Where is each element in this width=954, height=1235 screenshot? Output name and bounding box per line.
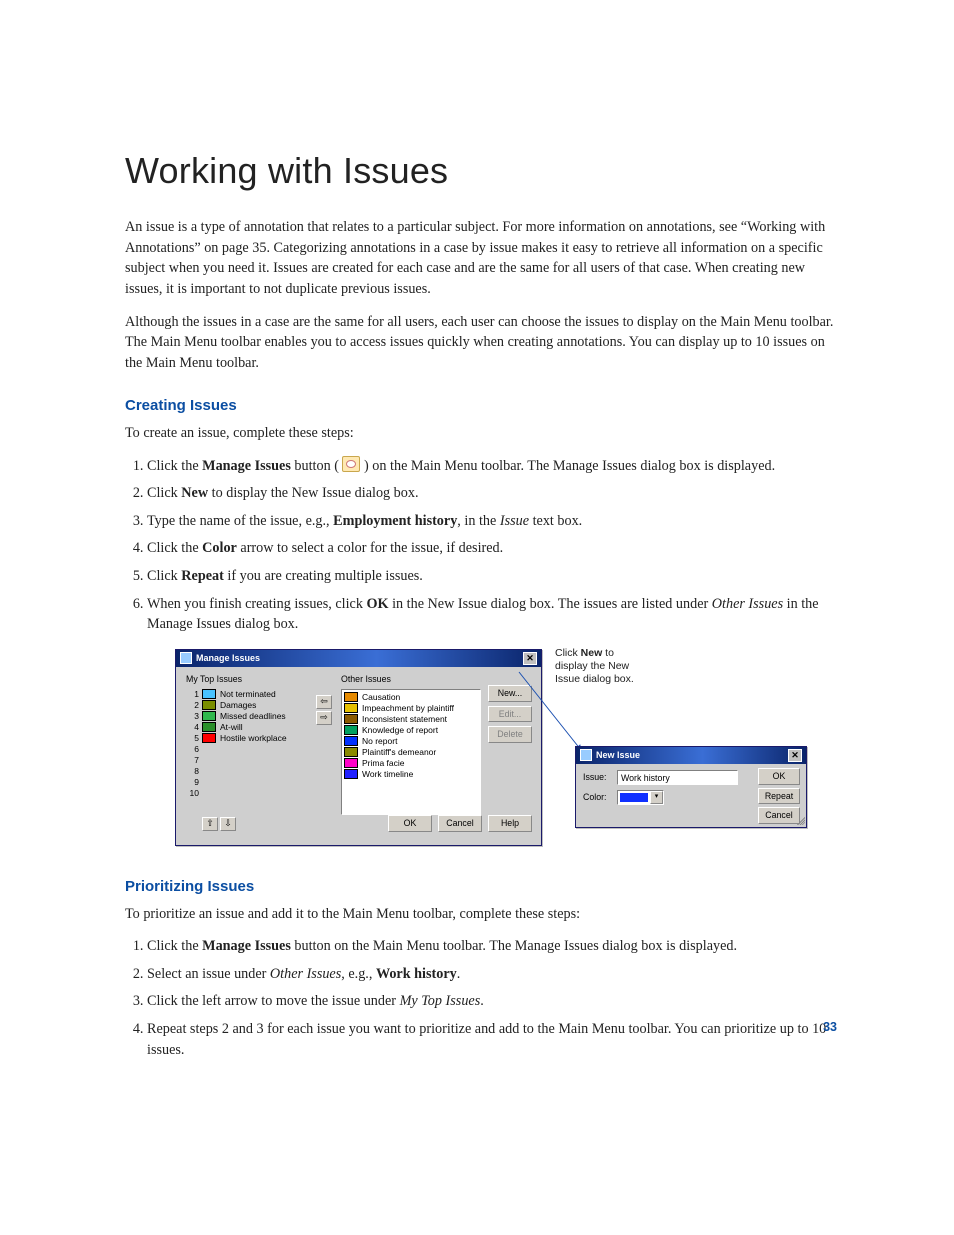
my-top-issues-label: My Top Issues: [186, 673, 326, 686]
creating-lead: To create an issue, complete these steps…: [125, 423, 839, 444]
help-button[interactable]: Help: [488, 815, 532, 832]
page-title: Working with Issues: [125, 145, 839, 197]
other-issue-row[interactable]: Knowledge of report: [344, 725, 478, 736]
other-issues-list[interactable]: CausationImpeachment by plaintiffInconsi…: [341, 689, 481, 815]
cancel-button[interactable]: Cancel: [438, 815, 482, 832]
other-issue-row[interactable]: Impeachment by plaintiff: [344, 703, 478, 714]
page-number: 33: [823, 1018, 837, 1036]
other-issue-row[interactable]: Plaintiff's demeanor: [344, 747, 478, 758]
other-issue-row[interactable]: No report: [344, 736, 478, 747]
close-icon[interactable]: ✕: [788, 749, 802, 762]
color-label: Color:: [583, 791, 613, 804]
manage-issues-titlebar: Manage Issues ✕: [176, 650, 541, 667]
manage-issues-dialog: Manage Issues ✕ My Top Issues 1Not termi…: [175, 649, 542, 846]
prioritizing-steps: Click the Manage Issues button on the Ma…: [125, 936, 839, 1060]
manage-issues-title: Manage Issues: [196, 652, 260, 665]
new-issue-dialog: New Issue ✕ Issue: Work history Color: ▾…: [575, 746, 807, 828]
heading-prioritizing-issues: Prioritizing Issues: [125, 876, 839, 898]
my-top-issue-row[interactable]: 5Hostile workplace: [186, 733, 326, 744]
prioritizing-lead: To prioritize an issue and add it to the…: [125, 904, 839, 925]
creating-step-4: Click the Color arrow to select a color …: [147, 538, 839, 559]
new-issue-title: New Issue: [596, 749, 640, 762]
my-top-issue-row[interactable]: 3Missed deadlines: [186, 711, 326, 722]
close-icon[interactable]: ✕: [523, 652, 537, 665]
other-issue-row[interactable]: Work timeline: [344, 769, 478, 780]
other-issue-row[interactable]: Inconsistent statement: [344, 714, 478, 725]
other-issues-label: Other Issues: [341, 673, 481, 686]
color-dropdown[interactable]: ▾: [617, 790, 664, 805]
edit-button[interactable]: Edit...: [488, 706, 532, 723]
ok-button[interactable]: OK: [758, 768, 800, 785]
ok-button[interactable]: OK: [388, 815, 432, 832]
figure-manage-issues: Manage Issues ✕ My Top Issues 1Not termi…: [175, 649, 839, 854]
move-right-button[interactable]: ⇨: [316, 711, 332, 725]
issue-label: Issue:: [583, 771, 613, 784]
my-top-issue-row[interactable]: 9: [186, 777, 326, 788]
move-up-button[interactable]: ⇧: [202, 817, 218, 831]
delete-button[interactable]: Delete: [488, 726, 532, 743]
intro-paragraph-1: An issue is a type of annotation that re…: [125, 217, 839, 299]
app-icon: [180, 652, 192, 664]
creating-step-2: Click New to display the New Issue dialo…: [147, 483, 839, 504]
prioritizing-step-2: Select an issue under Other Issues, e.g.…: [147, 964, 839, 985]
heading-creating-issues: Creating Issues: [125, 395, 839, 417]
move-down-button[interactable]: ⇩: [220, 817, 236, 831]
my-top-issue-row[interactable]: 10: [186, 788, 326, 799]
creating-step-6: When you finish creating issues, click O…: [147, 594, 839, 635]
other-issue-row[interactable]: Causation: [344, 692, 478, 703]
prioritizing-step-3: Click the left arrow to move the issue u…: [147, 991, 839, 1012]
app-icon: [580, 749, 592, 761]
prioritizing-step-4: Repeat steps 2 and 3 for each issue you …: [147, 1019, 839, 1060]
manage-issues-icon: [342, 456, 360, 472]
chevron-down-icon[interactable]: ▾: [650, 791, 663, 804]
new-button[interactable]: New...: [488, 685, 532, 702]
creating-step-5: Click Repeat if you are creating multipl…: [147, 566, 839, 587]
creating-step-3: Type the name of the issue, e.g., Employ…: [147, 511, 839, 532]
intro-paragraph-2: Although the issues in a case are the sa…: [125, 312, 839, 374]
repeat-button[interactable]: Repeat: [758, 788, 800, 805]
my-top-issue-row[interactable]: 8: [186, 766, 326, 777]
my-top-issue-row[interactable]: 2Damages: [186, 700, 326, 711]
creating-steps: Click the Manage Issues button ( ) on th…: [125, 456, 839, 635]
issue-input[interactable]: Work history: [617, 770, 738, 785]
prioritizing-step-1: Click the Manage Issues button on the Ma…: [147, 936, 839, 957]
move-left-button[interactable]: ⇦: [316, 695, 332, 709]
resize-grip[interactable]: [795, 815, 805, 825]
my-top-issue-row[interactable]: 4At-will: [186, 722, 326, 733]
my-top-issue-row[interactable]: 7: [186, 755, 326, 766]
cancel-button[interactable]: Cancel: [758, 807, 800, 824]
other-issue-row[interactable]: Prima facie: [344, 758, 478, 769]
color-swatch: [620, 793, 648, 802]
callout-text: Click New to display the New Issue dialo…: [555, 647, 645, 686]
my-top-issue-row[interactable]: 6: [186, 744, 326, 755]
creating-step-1: Click the Manage Issues button ( ) on th…: [147, 456, 839, 477]
my-top-issue-row[interactable]: 1Not terminated: [186, 689, 326, 700]
new-issue-titlebar: New Issue ✕: [576, 747, 806, 764]
